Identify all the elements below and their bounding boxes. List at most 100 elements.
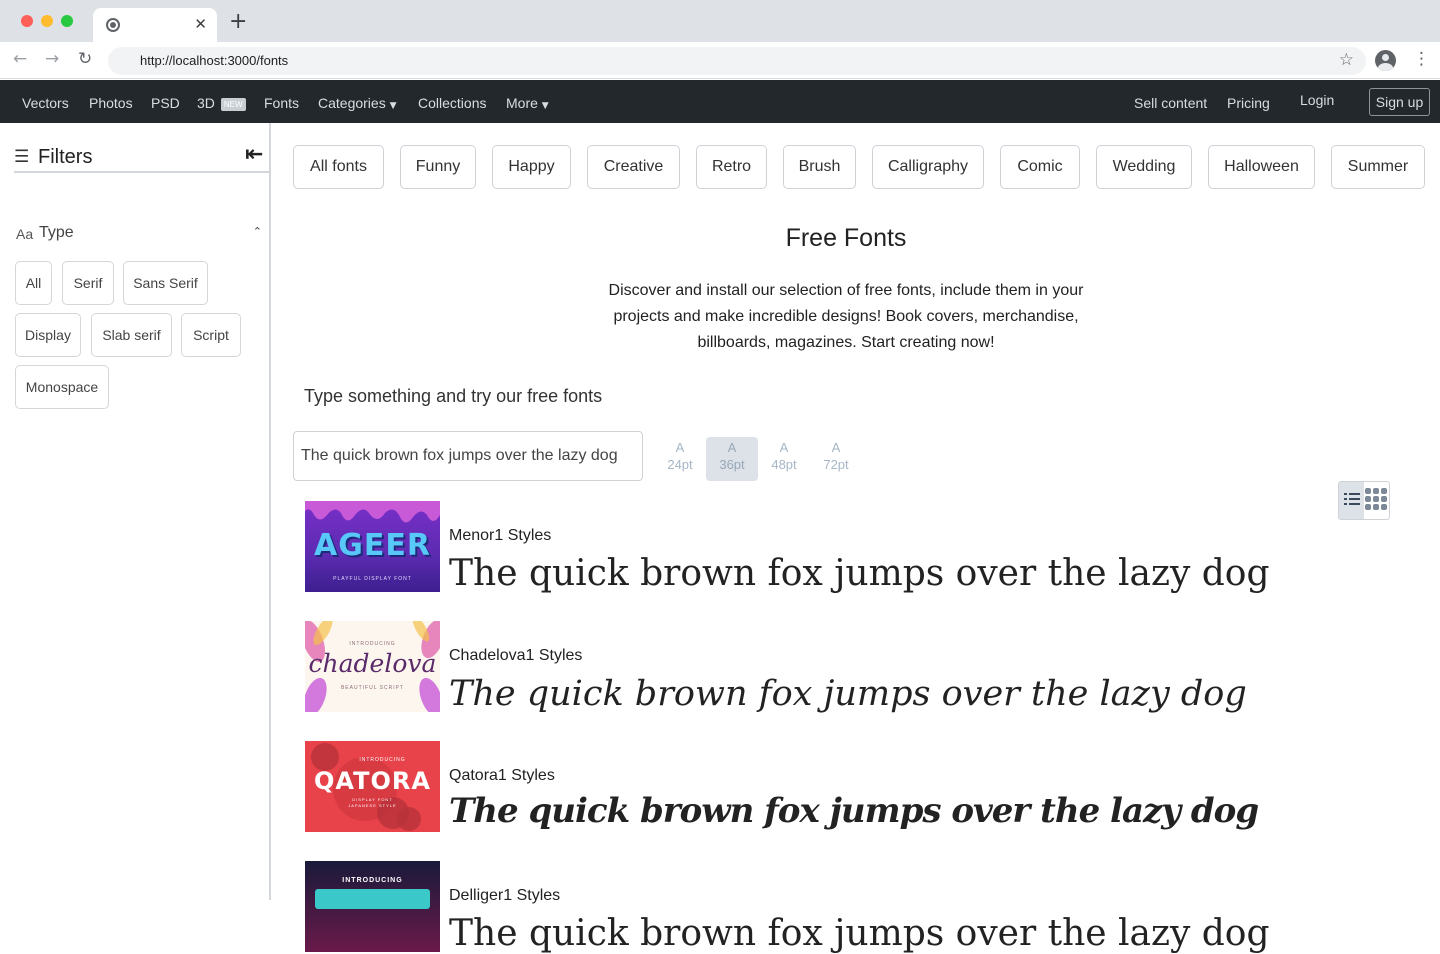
maximize-window-button[interactable]	[61, 15, 73, 27]
page-description: Discover and install our selection of fr…	[608, 282, 1084, 351]
nav-login[interactable]: Login	[1300, 92, 1334, 108]
nav-collections[interactable]: Collections	[418, 95, 486, 111]
type-option-monospace[interactable]: Monospace	[15, 365, 109, 409]
font-card[interactable]: INTRODUCING Delliger1 Styles The quick b…	[305, 861, 1405, 954]
close-window-button[interactable]	[21, 15, 33, 27]
font-name[interactable]: Qatora1 Styles	[449, 767, 555, 785]
nav-3d-label: 3D	[197, 95, 215, 111]
nav-photos[interactable]: Photos	[89, 95, 133, 111]
nav-more-label: More	[506, 95, 538, 111]
font-card[interactable]: AGEER PLAYFUL DISPLAY FONT Menor1 Styles…	[305, 501, 1405, 594]
reload-icon[interactable]: ↻	[78, 49, 92, 69]
size-label: 36pt	[719, 457, 745, 472]
caret-down-icon: ▼	[389, 101, 397, 111]
type-option-display[interactable]: Display	[15, 313, 81, 357]
size-label: 24pt	[667, 457, 693, 472]
font-thumbnail[interactable]: INTRODUCING chadelova BEAUTIFUL SCRIPT	[305, 621, 440, 712]
forward-arrow-icon[interactable]: →	[45, 49, 59, 69]
browser-tab-bar: ✕ +	[0, 0, 1440, 42]
drip-decoration	[305, 501, 440, 523]
size-48pt-button[interactable]: A 48pt	[758, 437, 810, 481]
profile-icon[interactable]	[1375, 50, 1396, 71]
type-label: Type	[39, 224, 74, 241]
nav-categories[interactable]: Categories ▼	[318, 95, 397, 111]
size-72pt-button[interactable]: A 72pt	[810, 437, 862, 481]
category-funny[interactable]: Funny	[400, 145, 476, 189]
category-brush[interactable]: Brush	[783, 145, 856, 189]
font-thumbnail[interactable]: INTRODUCING	[305, 861, 440, 952]
font-card[interactable]: INTRODUCING chadelova BEAUTIFUL SCRIPT C…	[305, 621, 1405, 714]
category-halloween[interactable]: Halloween	[1208, 145, 1315, 189]
plus-icon[interactable]: +	[229, 11, 247, 33]
type-icon: Aa	[16, 226, 34, 242]
thumbnail-graphic	[315, 889, 430, 909]
thumbnail-title: chadelova	[308, 649, 437, 678]
back-arrow-icon[interactable]: ←	[13, 49, 27, 69]
sample-text-input[interactable]	[293, 431, 643, 481]
type-option-sans-serif[interactable]: Sans Serif	[123, 261, 208, 305]
category-creative[interactable]: Creative	[587, 145, 680, 189]
font-card[interactable]: INTRODUCING QATORA DISPLAY FONT JAPANESE…	[305, 741, 1405, 833]
font-name[interactable]: Menor1 Styles	[449, 527, 551, 545]
category-calligraphy[interactable]: Calligraphy	[872, 145, 984, 189]
filters-title: Filters	[38, 146, 93, 168]
collapse-sidebar-icon[interactable]: ⇤	[245, 142, 263, 167]
size-label: 72pt	[823, 457, 849, 472]
nav-sell-content[interactable]: Sell content	[1134, 95, 1207, 111]
size-24pt-button[interactable]: A 24pt	[654, 437, 706, 481]
category-all-fonts[interactable]: All fonts	[293, 145, 384, 189]
nav-3d[interactable]: 3D NEW	[197, 95, 246, 111]
size-letter: A	[779, 440, 789, 455]
size-label: 48pt	[771, 457, 797, 472]
page-title: Free Fonts	[785, 224, 907, 252]
nav-more[interactable]: More ▼	[506, 95, 549, 111]
thumbnail-intro: INTRODUCING	[349, 641, 396, 647]
nav-vectors[interactable]: Vectors	[22, 95, 69, 111]
try-fonts-label: Type something and try our free fonts	[304, 386, 603, 406]
font-sample: The quick brown fox jumps over the lazy …	[449, 913, 1270, 954]
url-text[interactable]: http://localhost:3000/fonts	[140, 53, 288, 68]
new-badge: NEW	[220, 97, 246, 111]
filters-header: ☰ Filters ⇤	[14, 142, 270, 173]
thumbnail-subtitle: BEAUTIFUL SCRIPT	[340, 685, 405, 691]
nav-categories-label: Categories	[318, 95, 386, 111]
caret-down-icon: ▼	[541, 101, 549, 111]
thumbnail-intro: INTRODUCING	[359, 757, 406, 763]
address-bar[interactable]: http://localhost:3000/fonts ☆	[108, 47, 1366, 75]
close-icon[interactable]: ✕	[194, 15, 207, 33]
category-wedding[interactable]: Wedding	[1096, 145, 1192, 189]
font-thumbnail[interactable]: INTRODUCING QATORA DISPLAY FONT JAPANESE…	[305, 741, 440, 832]
signup-button[interactable]: Sign up	[1369, 88, 1430, 116]
type-option-all[interactable]: All	[15, 261, 52, 305]
nav-psd[interactable]: PSD	[151, 95, 180, 111]
type-option-script[interactable]: Script	[181, 313, 241, 357]
site-navbar: Vectors Photos PSD 3D NEW Fonts Categorie…	[0, 80, 1440, 123]
font-thumbnail[interactable]: AGEER PLAYFUL DISPLAY FONT	[305, 501, 440, 592]
browser-tab[interactable]: ✕	[93, 8, 217, 42]
minimize-window-button[interactable]	[41, 15, 53, 27]
category-summer[interactable]: Summer	[1331, 145, 1425, 189]
thumbnail-subtitle: PLAYFUL DISPLAY FONT	[333, 576, 412, 582]
size-36pt-button[interactable]: A 36pt	[706, 437, 758, 481]
nav-pricing[interactable]: Pricing	[1227, 95, 1270, 111]
filters-sidebar: ☰ Filters ⇤ Aa Type ⌃ All Serif Sans Ser…	[0, 123, 271, 900]
star-icon[interactable]: ☆	[1339, 50, 1354, 70]
type-option-slab-serif[interactable]: Slab serif	[91, 313, 172, 357]
thumbnail-title: AGEER	[314, 528, 431, 563]
thumbnail-title: QATORA	[314, 767, 431, 795]
type-option-serif[interactable]: Serif	[62, 261, 114, 305]
thumbnail-subtitle: DISPLAY FONT JAPANESE STYLE	[348, 797, 397, 808]
kebab-menu-icon[interactable]: ⋮	[1413, 49, 1430, 69]
chevron-up-icon[interactable]: ⌃	[253, 225, 262, 238]
category-retro[interactable]: Retro	[696, 145, 767, 189]
font-name[interactable]: Chadelova1 Styles	[449, 647, 582, 665]
nav-fonts[interactable]: Fonts	[264, 95, 299, 111]
category-comic[interactable]: Comic	[1000, 145, 1080, 189]
category-happy[interactable]: Happy	[492, 145, 571, 189]
font-sample: The quick brown fox jumps over the lazy …	[449, 553, 1270, 594]
sliders-icon: ☰	[14, 147, 30, 167]
font-sample: The quick brown fox jumps over the lazy …	[449, 791, 1259, 831]
browser-toolbar: ← → ↻ http://localhost:3000/fonts ☆ ⋮	[0, 42, 1440, 79]
type-filter-header[interactable]: Aa Type ⌃	[16, 224, 262, 246]
font-name[interactable]: Delliger1 Styles	[449, 887, 560, 905]
